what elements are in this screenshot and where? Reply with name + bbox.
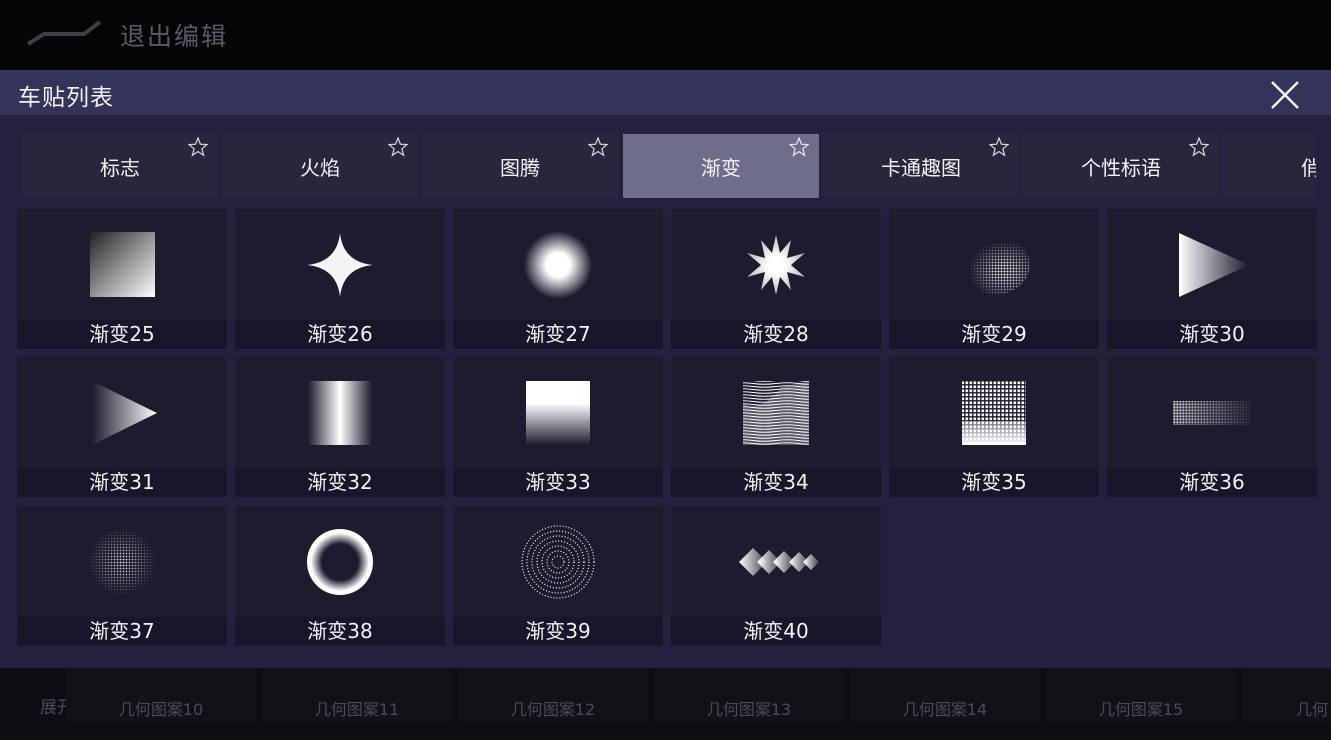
diamond-chain-icon bbox=[739, 548, 819, 576]
sticker-tile[interactable]: 渐变40 bbox=[671, 506, 881, 646]
sticker-tile[interactable]: 渐变30 bbox=[1107, 209, 1317, 349]
panel-header: 车贴列表 bbox=[0, 70, 1331, 115]
gradient-triangle-icon bbox=[1179, 233, 1249, 297]
gradient-square-icon bbox=[90, 232, 155, 297]
tile-label: 渐变34 bbox=[743, 470, 809, 494]
sticker-tile[interactable]: 渐变31 bbox=[17, 357, 227, 497]
bottom-item-label: 几何图案15 bbox=[1098, 700, 1184, 719]
sticker-tile[interactable]: 渐变36 bbox=[1107, 357, 1317, 497]
sticker-tile[interactable]: 渐变34 bbox=[671, 357, 881, 497]
tile-label: 渐变29 bbox=[961, 322, 1027, 346]
bottom-item-label: 几何图案13 bbox=[706, 700, 792, 719]
sticker-tile[interactable]: 渐变25 bbox=[17, 209, 227, 349]
bottom-item[interactable]: 几何图案13 bbox=[654, 668, 844, 722]
tile-label: 渐变31 bbox=[89, 470, 155, 494]
tile-label: 渐变37 bbox=[89, 619, 155, 643]
bottom-item[interactable]: 几何 bbox=[1242, 668, 1331, 722]
sticker-tile[interactable]: 渐变32 bbox=[235, 357, 445, 497]
tile-label: 渐变40 bbox=[743, 619, 809, 643]
back-icon[interactable] bbox=[26, 18, 104, 48]
sticker-tile[interactable]: 渐变28 bbox=[671, 209, 881, 349]
halftone-strip-icon bbox=[1173, 401, 1251, 425]
four-point-star-icon bbox=[307, 233, 373, 297]
halftone-sphere-icon bbox=[958, 235, 1030, 295]
vertical-bar-gradient-icon bbox=[308, 381, 372, 445]
sticker-tile[interactable]: 渐变33 bbox=[453, 357, 663, 497]
sticker-tile[interactable]: 渐变38 bbox=[235, 506, 445, 646]
star-icon[interactable] bbox=[989, 137, 1009, 157]
bottom-item-label: 几何 bbox=[1296, 700, 1329, 719]
sticker-tile[interactable]: 渐变39 bbox=[453, 506, 663, 646]
sticker-tile[interactable]: 渐变26 bbox=[235, 209, 445, 349]
exit-edit-button[interactable]: 退出编辑 bbox=[120, 17, 228, 53]
tile-label: 渐变35 bbox=[961, 470, 1027, 494]
tile-label: 渐变33 bbox=[525, 470, 591, 494]
halftone-square-icon bbox=[962, 381, 1026, 445]
bottom-item[interactable]: 几何图案10 bbox=[66, 668, 256, 722]
tab-totem[interactable]: 图腾 bbox=[422, 134, 618, 198]
sticker-tile[interactable]: 渐变35 bbox=[889, 357, 1099, 497]
bottom-item[interactable]: 几何图案12 bbox=[458, 668, 648, 722]
sticker-list-panel: 车贴列表 标志 火焰 图腾 渐变 卡通趣图 个性标语 俏 渐变25 渐变26 渐… bbox=[0, 70, 1331, 668]
bottom-item-label: 几何图案14 bbox=[902, 700, 988, 719]
tab-flame[interactable]: 火焰 bbox=[222, 134, 418, 198]
tile-label: 渐变27 bbox=[525, 322, 591, 346]
bottom-item[interactable]: 几何图案15 bbox=[1046, 668, 1236, 722]
tile-label: 渐变32 bbox=[307, 470, 373, 494]
tab-logo[interactable]: 标志 bbox=[22, 134, 218, 198]
glow-dot-icon bbox=[524, 231, 592, 299]
wave-lines-icon bbox=[743, 381, 809, 445]
bottom-item-label: 几何图案12 bbox=[510, 700, 596, 719]
sticker-grid: 渐变25 渐变26 渐变27 渐变28 渐变29 渐变30 渐变31 渐变32 … bbox=[17, 209, 1317, 649]
tab-playful[interactable]: 俏皮 bbox=[1223, 134, 1316, 198]
tile-label: 渐变25 bbox=[89, 322, 155, 346]
halftone-circle-icon bbox=[88, 528, 156, 596]
tab-gradient[interactable]: 渐变 bbox=[623, 134, 819, 198]
tile-label: 渐变39 bbox=[525, 619, 591, 643]
sticker-tile[interactable]: 渐变29 bbox=[889, 209, 1099, 349]
gradient-triangle-icon bbox=[92, 381, 157, 445]
star-icon[interactable] bbox=[789, 137, 809, 157]
tab-slogan[interactable]: 个性标语 bbox=[1023, 134, 1219, 198]
tile-label: 渐变30 bbox=[1179, 322, 1245, 346]
tile-label: 渐变26 bbox=[307, 322, 373, 346]
tile-label: 渐变36 bbox=[1179, 470, 1245, 494]
fade-down-square-icon bbox=[526, 381, 590, 445]
tile-label: 渐变38 bbox=[307, 619, 373, 643]
starburst-icon bbox=[747, 235, 805, 295]
sticker-tile[interactable]: 渐变27 bbox=[453, 209, 663, 349]
bottom-item-label: 几何图案10 bbox=[118, 700, 204, 719]
bottom-item[interactable]: 几何图案14 bbox=[850, 668, 1040, 722]
star-icon[interactable] bbox=[588, 137, 608, 157]
bottom-item[interactable]: 几何图案11 bbox=[262, 668, 452, 722]
star-icon[interactable] bbox=[388, 137, 408, 157]
ring-icon bbox=[307, 529, 373, 595]
tab-cartoon[interactable]: 卡通趣图 bbox=[823, 134, 1019, 198]
star-icon[interactable] bbox=[188, 137, 208, 157]
bottom-item-label: 几何图案11 bbox=[314, 700, 400, 719]
dotted-circle-icon bbox=[521, 525, 595, 599]
top-bar: 退出编辑 bbox=[0, 0, 1331, 70]
star-icon[interactable] bbox=[1189, 137, 1209, 157]
tab-label: 俏皮 bbox=[1301, 156, 1316, 180]
panel-title: 车贴列表 bbox=[18, 85, 114, 111]
close-icon[interactable] bbox=[1266, 76, 1304, 114]
category-tabs: 标志 火焰 图腾 渐变 卡通趣图 个性标语 俏皮 bbox=[18, 134, 1316, 200]
sticker-tile[interactable]: 渐变37 bbox=[17, 506, 227, 646]
tile-label: 渐变28 bbox=[743, 322, 809, 346]
